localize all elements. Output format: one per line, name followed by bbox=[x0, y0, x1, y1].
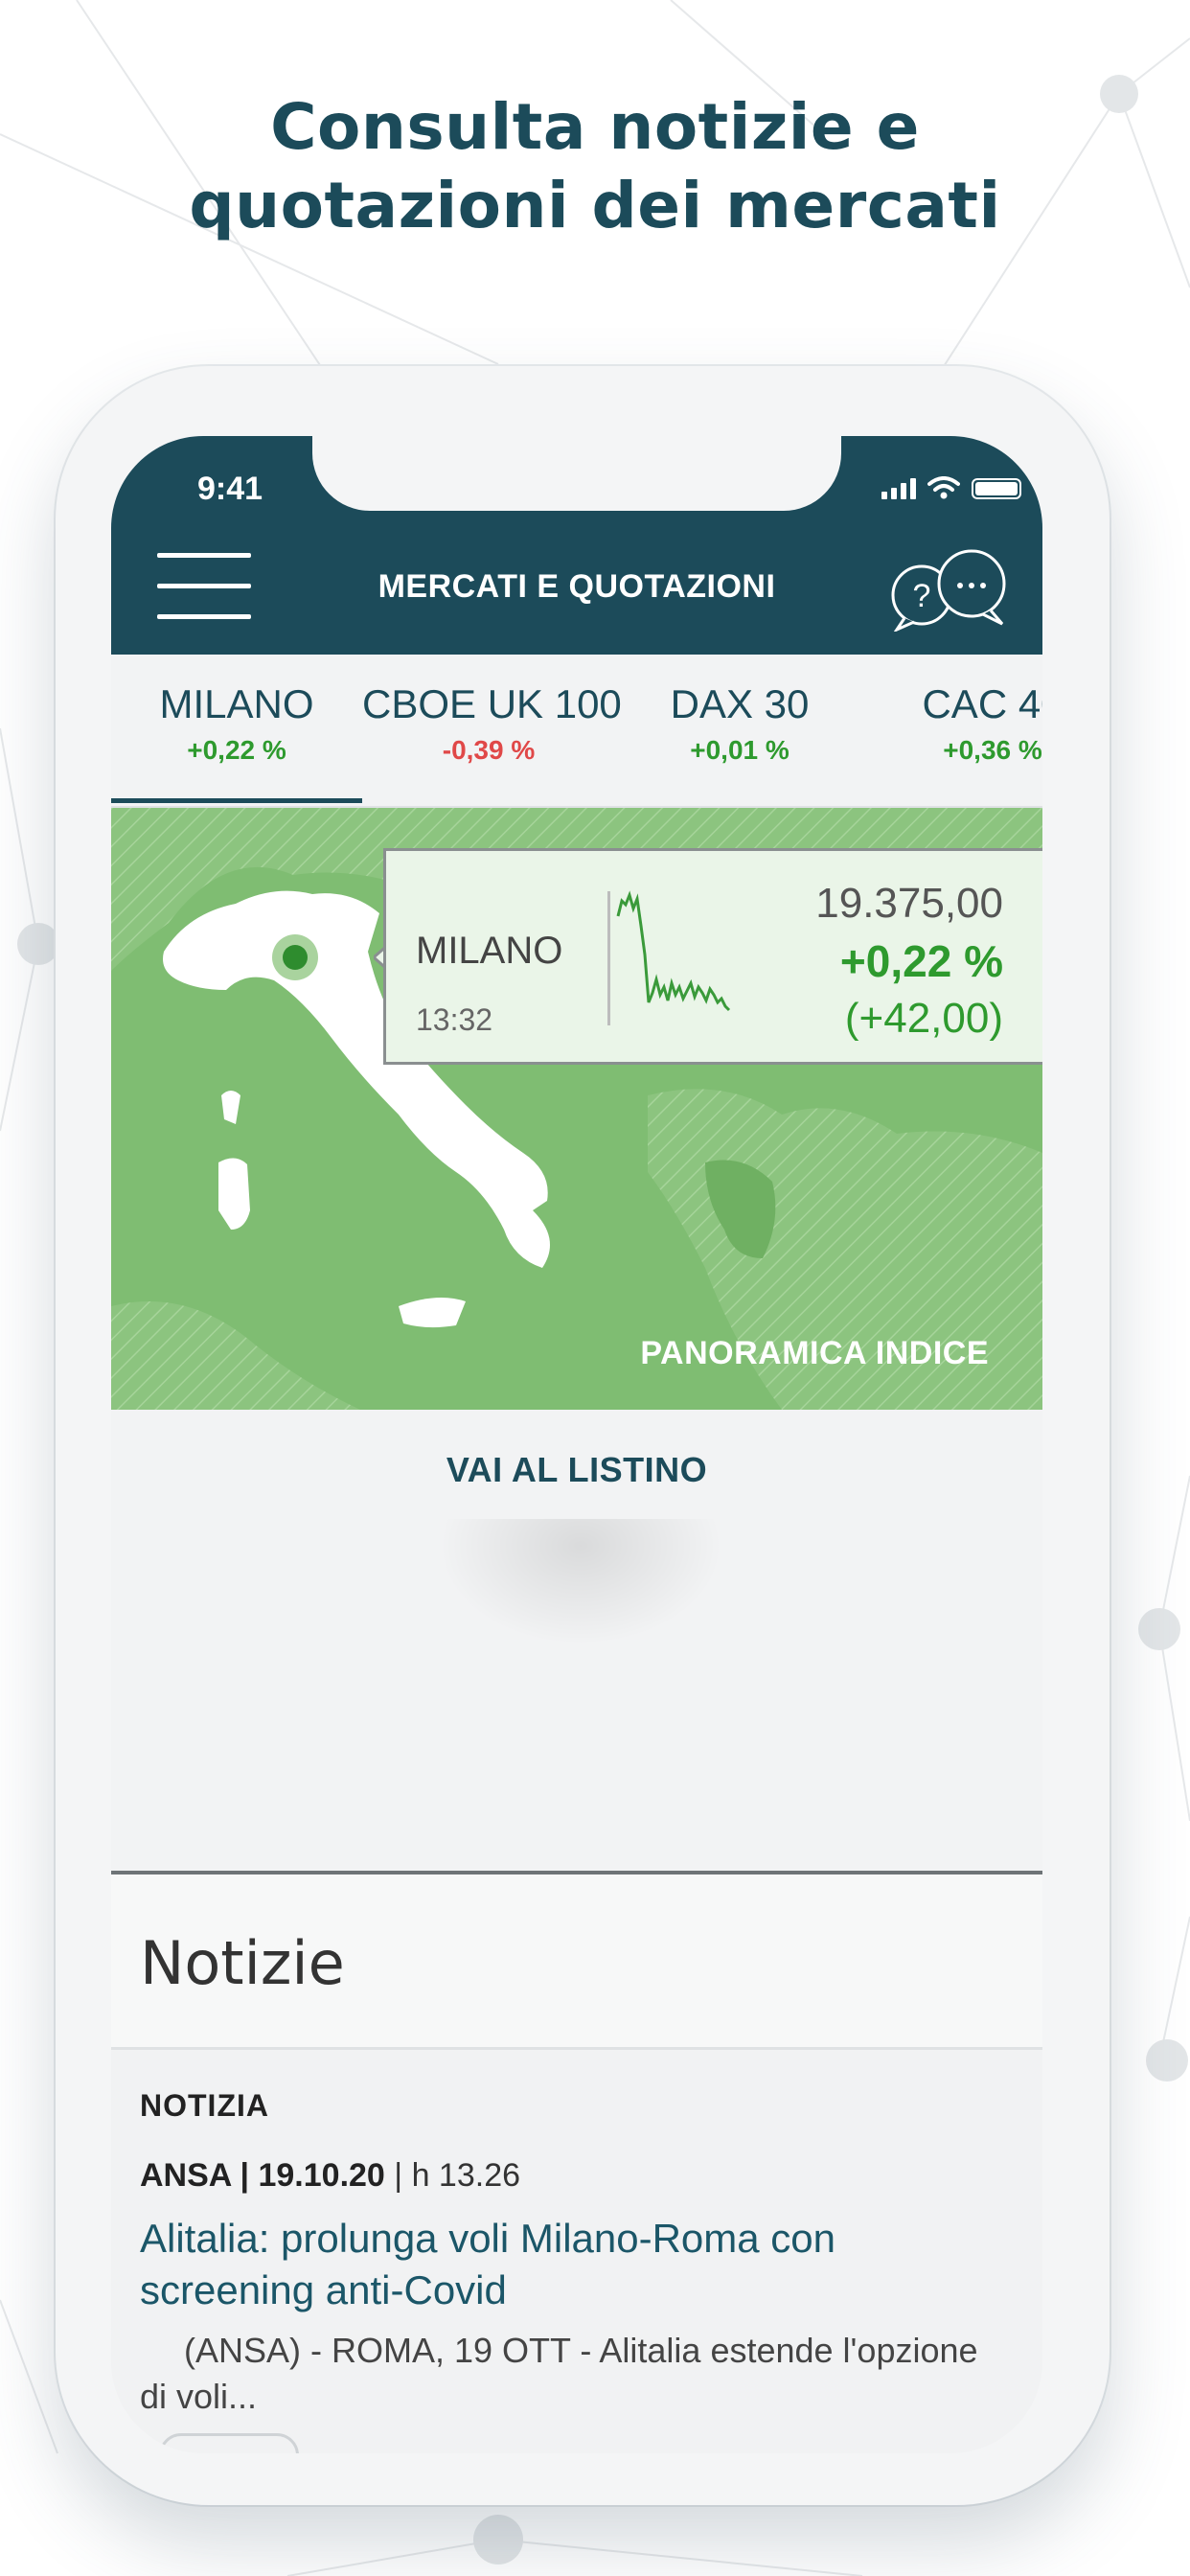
news-section-header: Notizie bbox=[111, 1874, 1042, 2050]
popover-divider bbox=[607, 891, 610, 1025]
promo-headline: Consulta notizie e quotazioni dei mercat… bbox=[0, 88, 1190, 245]
phone-screen: 9:41 MERCATI E QUOTAZIONI ? MILANO +0,22… bbox=[111, 436, 1042, 2453]
news-snippet: (ANSA) - ROMA, 19 OTT - Alitalia estende… bbox=[140, 2331, 978, 2416]
tab-milano[interactable]: MILANO +0,22 % bbox=[111, 681, 362, 766]
news-kind: NOTIZIA bbox=[140, 2088, 269, 2123]
news-meta: ANSA | 19.10.20 | h 13.26 bbox=[140, 2157, 520, 2195]
tab-cboe-uk-100[interactable]: CBOE UK 100 -0,39 % bbox=[362, 681, 622, 766]
active-tab-indicator bbox=[111, 798, 362, 803]
news-source-date: ANSA | 19.10.20 bbox=[140, 2157, 385, 2194]
headline-line-2: quotazioni dei mercati bbox=[189, 169, 1001, 242]
headline-line-1: Consulta notizie e bbox=[270, 90, 920, 164]
phone-notch bbox=[312, 436, 841, 511]
tab-cac-40[interactable]: CAC 40 +0,36 % bbox=[868, 681, 1042, 766]
news-hour: | h 13.26 bbox=[384, 2157, 521, 2194]
status-time: 9:41 bbox=[197, 471, 263, 507]
popover-change-absolute: (+42,00) bbox=[844, 995, 1003, 1042]
news-item[interactable]: NOTIZIA ANSA | 19.10.20 | h 13.26 Alital… bbox=[111, 2050, 1042, 2453]
svg-text:?: ? bbox=[913, 578, 931, 614]
panoramica-indice-link[interactable]: PANORAMICA INDICE bbox=[640, 1335, 989, 1372]
help-chat-icon[interactable]: ? bbox=[885, 545, 1016, 632]
tab-change: -0,39 % bbox=[442, 735, 536, 765]
tab-dax-30[interactable]: DAX 30 +0,01 % bbox=[615, 681, 864, 766]
cellular-signal-icon bbox=[881, 478, 916, 499]
tab-label: MILANO bbox=[159, 681, 314, 726]
news-headline[interactable]: Alitalia: prolunga voli Milano-Roma con … bbox=[140, 2213, 1002, 2316]
popover-change-percent: +0,22 % bbox=[839, 936, 1003, 986]
news-snippet-wrap: (ANSA) - ROMA, 19 OTT - Alitalia estende… bbox=[140, 2328, 1012, 2420]
tab-label: CAC 40 bbox=[922, 681, 1042, 726]
tab-label: DAX 30 bbox=[670, 681, 810, 726]
sparkline-icon bbox=[616, 890, 731, 1012]
wifi-icon bbox=[927, 476, 960, 499]
market-tabs: MILANO +0,22 % CBOE UK 100 -0,39 % DAX 3… bbox=[111, 655, 1042, 808]
news-tag-pill bbox=[159, 2433, 299, 2453]
tab-label: CBOE UK 100 bbox=[362, 681, 622, 726]
popover-value: 19.375,00 bbox=[815, 880, 1003, 927]
tab-change: +0,01 % bbox=[690, 735, 790, 765]
button-shadow bbox=[427, 1519, 734, 1653]
app-header: MERCATI E QUOTAZIONI ? bbox=[111, 511, 1042, 655]
vai-al-listino-button[interactable]: VAI AL LISTINO bbox=[111, 1450, 1042, 1490]
tab-change: +0,36 % bbox=[943, 735, 1042, 765]
index-popover[interactable]: MILANO 13:32 19.375,00 +0,22 % (+42,00) bbox=[383, 848, 1042, 1065]
news-section-title: Notizie bbox=[140, 1928, 345, 1998]
popover-index-name: MILANO bbox=[416, 930, 563, 972]
tab-change: +0,22 % bbox=[187, 735, 286, 765]
status-icons bbox=[881, 476, 1021, 499]
status-bar: 9:41 bbox=[111, 436, 1042, 511]
popover-time: 13:32 bbox=[416, 1002, 493, 1037]
battery-icon bbox=[972, 478, 1021, 499]
